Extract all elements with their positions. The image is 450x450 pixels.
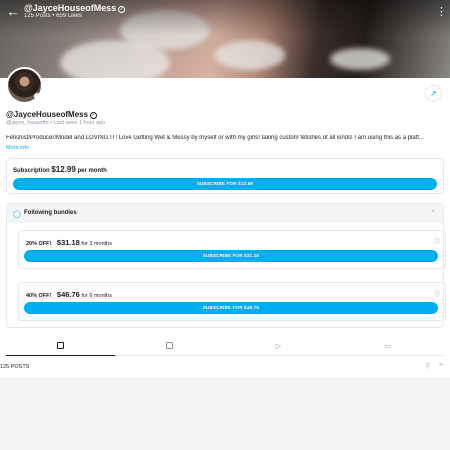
profile-bio: Fetishist/Producer/Model and LOVING IT! …	[6, 135, 425, 141]
bundle-subscribe-button[interactable]: SUBSCRIBE FOR $46.76	[24, 302, 438, 314]
handle-separator: •	[50, 120, 53, 126]
bundle-duration: for 6 months	[81, 293, 112, 299]
posts-count-label: 125 Posts	[24, 13, 51, 19]
avatar[interactable]	[6, 67, 43, 104]
posts-icon	[57, 342, 64, 349]
top-bar: ← @JayceHouseofMess ✓ 125 Posts • 659 Lik…	[0, 0, 450, 26]
profile-handle: @jayce_housofm	[6, 120, 49, 126]
header-stats: 125 Posts • 659 Likes	[24, 13, 82, 19]
tab-videos[interactable]: ▷	[224, 338, 333, 356]
profile-name-text: @JayceHouseofMess	[6, 110, 89, 119]
bundles-header[interactable]: ◯ Following bundles ⌃	[7, 204, 443, 223]
tab-posts[interactable]	[6, 338, 115, 356]
chevron-up-icon[interactable]: ⌃	[430, 209, 436, 217]
info-icon[interactable]: ⓘ	[434, 237, 440, 246]
bundle-duration: for 3 months	[81, 241, 112, 247]
subscribe-button[interactable]: SUBSCRIBE FOR $12.99	[13, 178, 437, 190]
bundle-subscribe-button[interactable]: SUBSCRIBE FOR $31.18	[24, 250, 438, 262]
tab-photos[interactable]	[115, 338, 224, 356]
vertical-dots-icon[interactable]: ⋮	[436, 5, 447, 19]
subscription-card: Subscription $12.99 per month SUBSCRIBE …	[6, 158, 444, 194]
online-status-icon	[34, 93, 40, 99]
tab-collections[interactable]: ▭	[333, 338, 442, 356]
header-name: @JayceHouseofMess	[24, 3, 117, 13]
more-info-link[interactable]: More info	[6, 145, 29, 151]
bundles-card: ◯ Following bundles ⌃ 20% OFF! $31.18 fo…	[6, 203, 446, 328]
handle-line: @jayce_housofm • Last seen 1 hour ago	[6, 120, 105, 126]
back-arrow-icon[interactable]: ←	[6, 5, 20, 19]
profile-name: @JayceHouseofMess ✓	[6, 110, 98, 119]
feed-posts-count: 125 POSTS	[0, 364, 30, 370]
subscription-price: $12.99	[51, 165, 76, 174]
profile-tabs: ▷ ▭	[6, 338, 444, 356]
stats-separator: •	[52, 13, 55, 19]
subscription-text: Subscription	[13, 168, 50, 174]
verified-icon: ✓	[118, 6, 126, 13]
share-icon[interactable]: ↗	[425, 85, 442, 102]
video-icon: ▷	[275, 343, 282, 350]
info-icon[interactable]: ⓘ	[434, 289, 440, 298]
bundle-label: 40% OFF! $46.76 for 6 months	[26, 290, 112, 299]
bundle-discount: 40% OFF!	[26, 293, 52, 299]
sort-icon[interactable]: ≡	[439, 362, 443, 369]
bundle-item: 40% OFF! $46.76 for 6 months ⓘ SUBSCRIBE…	[18, 282, 446, 321]
bundle-price: $31.18	[56, 238, 80, 247]
bundle-discount: 20% OFF!	[26, 241, 52, 247]
tag-icon: ◯	[13, 211, 21, 218]
bundle-item: 20% OFF! $31.18 for 3 months ⓘ SUBSCRIBE…	[18, 230, 446, 269]
search-icon[interactable]: ⚲	[425, 362, 430, 370]
bundles-title: Following bundles	[24, 210, 77, 216]
header-title: @JayceHouseofMess ✓	[24, 3, 126, 13]
subscription-label: Subscription $12.99 per month	[13, 165, 107, 174]
last-seen: Last seen 1 hour ago	[53, 120, 106, 126]
bundle-price: $46.76	[56, 290, 80, 299]
bundle-label: 20% OFF! $31.18 for 3 months	[26, 238, 112, 247]
likes-count-label: 659 Likes	[56, 13, 82, 19]
verified-icon: ✓	[90, 112, 98, 119]
feed-area	[0, 378, 450, 450]
folder-icon: ▭	[384, 343, 391, 350]
subscription-period: per month	[77, 168, 107, 174]
image-icon	[166, 342, 173, 349]
